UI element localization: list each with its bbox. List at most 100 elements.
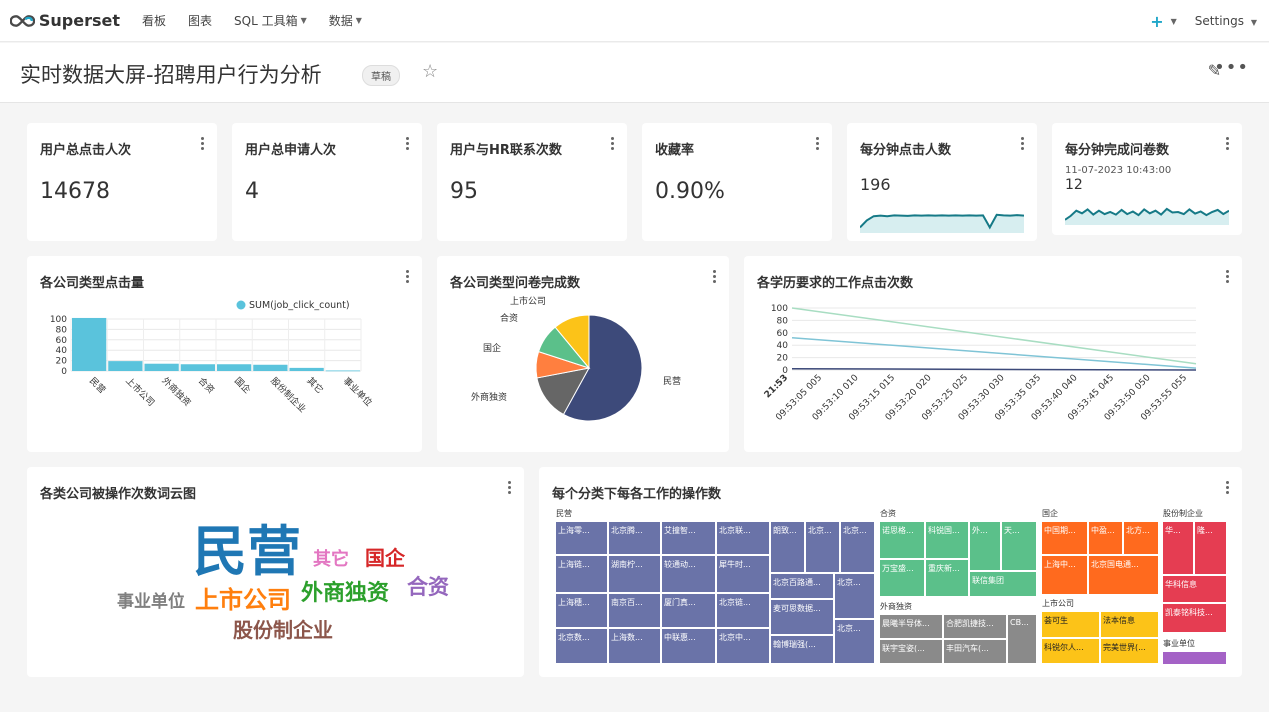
treemap-cell[interactable]: 合肥凯捷技... [943, 614, 1007, 639]
x-tick-label: 上市公司 [123, 375, 157, 409]
treemap-cell[interactable]: 晨曦半导体... [879, 614, 943, 639]
plus-icon[interactable]: + [1150, 12, 1163, 31]
x-tick-label: 股份制企业 [268, 375, 308, 415]
nav-data[interactable]: 数据 ▼ [329, 12, 362, 29]
treemap-group-label: 股份制企业 [1163, 509, 1203, 518]
treemap-cell[interactable]: 上海中... [1041, 555, 1088, 595]
treemap-cell[interactable]: 丰田汽车(... [943, 639, 1007, 664]
treemap-cell[interactable]: 朗致... [770, 521, 805, 573]
treemap-cell[interactable]: 科锐国... [925, 521, 969, 559]
treemap-card: 每个分类下每各工作的操作数 民营 合资 国企 股份制企业 外商独资 上市公司 事业单位 上海零… [539, 467, 1242, 677]
treemap-group-label: 国企 [1042, 509, 1058, 518]
treemap-cell[interactable]: 诺思格... [879, 521, 925, 559]
bar [144, 363, 179, 371]
treemap-cell[interactable]: 科锐尔人... [1041, 638, 1100, 664]
treemap-cell[interactable]: 上海数... [608, 628, 661, 664]
card-menu-icon[interactable] [609, 135, 615, 153]
word-cloud-word: 外商独资 [301, 581, 390, 606]
card-menu-icon[interactable] [404, 268, 410, 286]
y-tick-label: 80 [777, 316, 789, 326]
sparkline-chart [860, 213, 1024, 233]
kpi-value: 4 [245, 179, 259, 204]
treemap-cell[interactable]: 北京链... [716, 593, 770, 628]
card-menu-icon[interactable] [814, 135, 820, 153]
treemap-cell[interactable]: 万宝盛... [879, 559, 925, 597]
card-menu-icon[interactable] [1224, 268, 1230, 286]
card-menu-icon[interactable] [1224, 135, 1230, 153]
treemap-cell[interactable]: 凯泰铭科技... [1162, 603, 1227, 633]
bar-chart: SUM(job_click_count) 100806040200 民营 上市公司 外商… [50, 300, 375, 415]
treemap-cell[interactable]: 北京... [805, 521, 840, 573]
treemap-group-label: 上市公司 [1042, 599, 1074, 608]
treemap-cell[interactable]: 联宇宝姿(... [879, 639, 943, 664]
card-menu-icon[interactable] [1019, 135, 1025, 153]
treemap-cell[interactable]: 外... [969, 521, 1001, 571]
treemap-cell[interactable]: 北京中... [716, 628, 770, 664]
treemap-cell[interactable]: 北京... [834, 619, 875, 664]
treemap-cell[interactable]: 重庆新... [925, 559, 969, 597]
treemap-cell[interactable]: 北京... [834, 573, 875, 619]
treemap-cell[interactable]: 华科信息 [1162, 575, 1227, 603]
y-tick-label: 100 [50, 315, 67, 325]
treemap-group-label: 事业单位 [1163, 639, 1195, 648]
chart-title: 各类公司被操作次数词云图 [40, 487, 197, 502]
treemap-cell[interactable] [1163, 652, 1226, 664]
more-icon[interactable]: ••• [1214, 57, 1249, 78]
treemap-cell[interactable]: 北方... [1123, 521, 1159, 555]
chevron-down-icon[interactable]: ▼ [1171, 17, 1177, 26]
draft-badge[interactable]: 草稿 [362, 65, 400, 86]
superset-logo-icon [10, 14, 35, 27]
treemap-cell[interactable]: 荟可生 [1041, 611, 1100, 638]
treemap-cell[interactable]: 完美世界(... [1100, 638, 1159, 664]
treemap-cell[interactable]: 湖南柠... [608, 555, 661, 593]
x-tick-label: 事业单位 [341, 375, 375, 409]
star-icon[interactable]: ☆ [422, 61, 438, 82]
card-menu-icon[interactable] [404, 135, 410, 153]
treemap-cell[interactable]: 华... [1162, 521, 1194, 575]
treemap-cell[interactable]: 天... [1001, 521, 1037, 571]
treemap-cell[interactable]: 较通动... [661, 555, 716, 593]
word-cloud-word: 其它 [313, 549, 349, 570]
treemap-cell[interactable]: 北京国电通... [1088, 555, 1159, 595]
treemap-cell[interactable]: 中盈... [1088, 521, 1123, 555]
treemap-cell[interactable]: 上海零... [555, 521, 608, 555]
nav-dashboards[interactable]: 看板 [142, 12, 166, 29]
bar [325, 370, 360, 372]
kpi-value: 196 [860, 175, 891, 194]
treemap-cell[interactable]: 犀牛时... [716, 555, 770, 593]
top-navbar: Superset 看板 图表 SQL 工具箱 ▼ 数据 ▼ + ▼ Settings… [0, 0, 1269, 42]
nav-sql-lab[interactable]: SQL 工具箱 ▼ [234, 12, 307, 29]
treemap-cell[interactable]: 上海穗... [555, 593, 608, 628]
treemap-cell[interactable]: 艾撞智... [661, 521, 716, 555]
superset-logo[interactable]: Superset [10, 11, 120, 30]
card-menu-icon[interactable] [199, 135, 205, 153]
chart-title: 各学历要求的工作点击次数 [757, 276, 914, 291]
kpi-value: 95 [450, 179, 478, 204]
pie-label: 国企 [483, 342, 501, 354]
settings-menu[interactable]: Settings ▼ [1195, 14, 1257, 28]
treemap-cell[interactable]: 厦门真... [661, 593, 716, 628]
treemap-cell[interactable]: 中联惠... [661, 628, 716, 664]
treemap-cell[interactable]: 中国期... [1041, 521, 1088, 555]
treemap-cell[interactable]: 法本信息 [1100, 611, 1159, 638]
card-menu-icon[interactable] [506, 479, 512, 497]
treemap-cell[interactable]: 南京百... [608, 593, 661, 628]
treemap-cell[interactable]: 翰博瑞强(... [770, 635, 834, 664]
treemap-cell[interactable]: 北京百路通... [770, 573, 834, 599]
card-menu-icon[interactable] [711, 268, 717, 286]
treemap-cell[interactable]: 联信集团 [969, 571, 1037, 597]
dashboard-title[interactable]: 实时数据大屏-招聘用户行为分析 [20, 59, 322, 89]
line-chart-card: 各学历要求的工作点击次数 100 80 60 40 20 0 21:53 09:53:05 0… [744, 256, 1242, 452]
x-tick-label: 外商独资 [160, 375, 194, 409]
treemap-cell[interactable]: 北京... [840, 521, 875, 573]
treemap-cell[interactable]: 麦可思数据... [770, 599, 834, 635]
kpi-title: 每分钟点击人数 [860, 143, 952, 158]
treemap-cell[interactable]: 上海链... [555, 555, 608, 593]
word-cloud-word: 国企 [365, 546, 405, 570]
treemap-cell[interactable]: 北京数... [555, 628, 608, 664]
treemap-cell[interactable]: CB... [1007, 614, 1037, 664]
nav-charts[interactable]: 图表 [188, 12, 212, 29]
treemap-cell[interactable]: 隆... [1194, 521, 1227, 575]
treemap-cell[interactable]: 北京联... [716, 521, 770, 555]
treemap-cell[interactable]: 北京腾... [608, 521, 661, 555]
